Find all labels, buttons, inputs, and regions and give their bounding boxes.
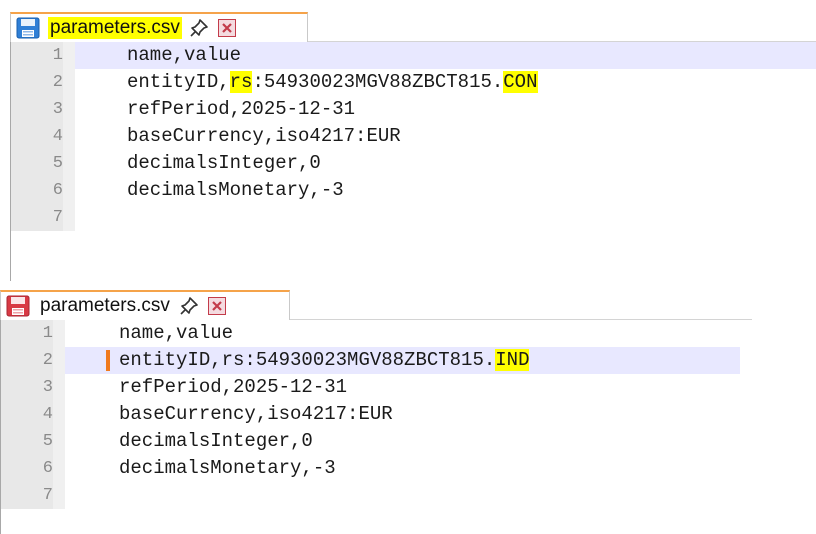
- line-number-gutter: 7: [1, 482, 65, 509]
- line-number: 6: [42, 459, 53, 478]
- line-number-gutter: 3: [1, 374, 65, 401]
- code-line: 2 entityID,rs:54930023MGV88ZBCT815.CON: [11, 69, 816, 96]
- file-tab-bottom[interactable]: parameters.csv: [0, 290, 290, 320]
- line-number-gutter: 7: [11, 204, 75, 231]
- line-text: decimalsMonetary,-3: [127, 179, 344, 201]
- text-editor-top[interactable]: 1 name,value 2 entityID,rs:54930023MGV88…: [10, 42, 816, 281]
- line-number: 3: [42, 378, 53, 397]
- code-line: 1 name,value: [1, 320, 752, 347]
- line-text: entityID,rs:54930023MGV88ZBCT815.CON: [127, 69, 538, 96]
- code-line: 5 decimalsInteger,0: [11, 150, 816, 177]
- editor-panel-bottom: parameters.csv 1 name,value 2 entityID,r…: [0, 290, 752, 534]
- pin-icon[interactable]: [188, 17, 210, 39]
- tab-filename: parameters.csv: [40, 295, 170, 316]
- change-history-marker: [106, 350, 110, 371]
- code-line: 3 refPeriod,2025-12-31: [1, 374, 752, 401]
- text-segment: entityID,rs:54930023MGV88ZBCT815.: [119, 349, 496, 371]
- line-text: decimalsMonetary,-3: [119, 457, 336, 479]
- line-text: name,value: [127, 44, 242, 66]
- line-number-gutter: 2: [1, 347, 65, 374]
- line-number: 5: [42, 432, 53, 451]
- line-number-gutter: 1: [1, 320, 65, 347]
- line-number: 1: [52, 46, 63, 65]
- line-number-gutter: 6: [11, 177, 75, 204]
- file-tab-top[interactable]: parameters.csv: [10, 12, 308, 42]
- line-number: 2: [52, 73, 63, 92]
- line-number: 3: [52, 100, 63, 119]
- line-number: 4: [52, 127, 63, 146]
- code-line: 4 baseCurrency,iso4217:EUR: [1, 401, 752, 428]
- line-number-gutter: 6: [1, 455, 65, 482]
- code-line: 6 decimalsMonetary,-3: [1, 455, 752, 482]
- line-number-gutter: 3: [11, 96, 75, 123]
- code-line: 7: [1, 482, 752, 509]
- line-text: refPeriod,2025-12-31: [119, 376, 348, 398]
- line-text: decimalsInteger,0: [119, 430, 313, 452]
- line-number: 2: [42, 351, 53, 370]
- floppy-disk-unsaved-icon: [5, 295, 31, 317]
- code-line: 2 entityID,rs:54930023MGV88ZBCT815.IND: [1, 347, 752, 374]
- code-line: 3 refPeriod,2025-12-31: [11, 96, 816, 123]
- text-segment: entityID,: [127, 71, 230, 93]
- code-line: 5 decimalsInteger,0: [1, 428, 752, 455]
- code-line: 1 name,value: [11, 42, 816, 69]
- close-icon[interactable]: [217, 19, 236, 37]
- code-line: 4 baseCurrency,iso4217:EUR: [11, 123, 816, 150]
- code-line: 7: [11, 204, 816, 231]
- line-number-gutter: 5: [1, 428, 65, 455]
- line-number-gutter: 2: [11, 69, 75, 96]
- line-number: 7: [42, 486, 53, 505]
- tab-filename: parameters.csv: [48, 17, 182, 39]
- line-number-gutter: 4: [1, 401, 65, 428]
- line-number: 1: [42, 324, 53, 343]
- line-number: 5: [52, 154, 63, 173]
- line-number: 6: [52, 181, 63, 200]
- line-number-gutter: 5: [11, 150, 75, 177]
- search-match-highlight: rs: [229, 71, 253, 93]
- line-text: baseCurrency,iso4217:EUR: [119, 403, 393, 425]
- text-editor-bottom[interactable]: 1 name,value 2 entityID,rs:54930023MGV88…: [0, 320, 752, 534]
- code-line: 6 decimalsMonetary,-3: [11, 177, 816, 204]
- line-text: entityID,rs:54930023MGV88ZBCT815.IND: [119, 347, 530, 374]
- pin-icon[interactable]: [178, 295, 200, 317]
- line-text: baseCurrency,iso4217:EUR: [127, 125, 401, 147]
- text-segment: :54930023MGV88ZBCT815.: [252, 71, 504, 93]
- close-icon[interactable]: [207, 297, 226, 315]
- line-number-gutter: 1: [11, 42, 75, 69]
- line-number: 4: [42, 405, 53, 424]
- search-match-highlight: CON: [503, 71, 538, 93]
- line-text: name,value: [119, 322, 234, 344]
- line-text: decimalsInteger,0: [127, 152, 321, 174]
- editor-panel-top: parameters.csv 1 name,value 2 entityID,r…: [10, 12, 816, 281]
- line-number: 7: [52, 208, 63, 227]
- search-match-highlight: IND: [495, 349, 530, 371]
- floppy-disk-saved-icon: [15, 17, 41, 39]
- line-text: refPeriod,2025-12-31: [127, 98, 356, 120]
- line-number-gutter: 4: [11, 123, 75, 150]
